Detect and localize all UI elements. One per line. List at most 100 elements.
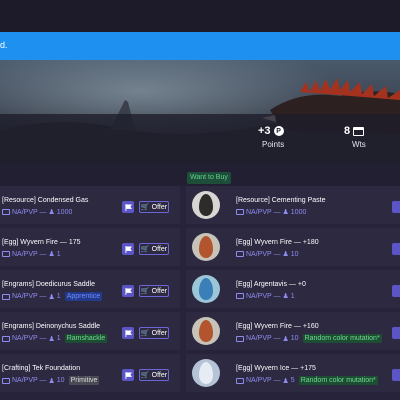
list-item[interactable]: [Crafting] Tek Foundation NA/PVP — ♟ 10 … [0, 354, 180, 392]
wts-stat: 8 [344, 125, 365, 137]
item-quantity: 10 [56, 377, 65, 384]
cart-icon: 🛒 [140, 246, 150, 253]
item-server: NA/PVP — [246, 377, 281, 384]
cart-icon: 🛒 [140, 372, 150, 379]
list-item[interactable]: [Egg] Argentavis — +0 NA/PVP — ♟ 1 [186, 270, 400, 308]
cart-icon: 🛒 [140, 204, 150, 211]
report-button[interactable] [122, 243, 134, 255]
item-meta: NA/PVP — ♟ 1 [2, 250, 61, 258]
list-item[interactable]: [Engrams] Deinonychus Saddle NA/PVP — ♟ … [0, 312, 180, 350]
pc-icon [2, 335, 10, 342]
item-title: [Resource] Cementing Paste [236, 197, 326, 204]
item-title: [Resource] Condensed Gas [2, 197, 89, 204]
offer-button[interactable]: 🛒 Offer [139, 201, 169, 213]
item-quantity: 1 [290, 292, 295, 300]
item-quantity: 1 [56, 293, 61, 300]
item-quantity: 5 [290, 377, 295, 384]
list-item[interactable]: [Engrams] Doedicurus Saddle NA/PVP — ♟ 1… [0, 270, 180, 308]
flag-icon [124, 287, 132, 295]
profile-stats: +3 P Points 8 Wts [0, 114, 400, 164]
item-quantity: 1000 [56, 208, 73, 216]
points-stat: +3 P [258, 125, 284, 137]
item-meta: NA/PVP — ♟ 1000 [236, 208, 306, 216]
item-meta: NA/PVP — ♟ 1 Ramshackle [2, 334, 108, 343]
report-button[interactable] [392, 285, 400, 297]
users-icon: ♟ [282, 251, 289, 258]
users-icon: ♟ [48, 335, 55, 343]
item-server: NA/PVP — [12, 293, 47, 300]
points-value: +3 [258, 125, 271, 137]
pc-icon [2, 377, 10, 384]
list-item[interactable]: [Egg] Wyvern Ice — +175 NA/PVP — ♟ 5 Ran… [186, 354, 400, 392]
pc-icon [2, 209, 10, 215]
wts-label: Wts [352, 140, 366, 149]
report-button[interactable] [392, 243, 400, 255]
alert-text: d. [0, 40, 8, 50]
item-meta: NA/PVP — ♟ 10 Primitive [2, 376, 100, 385]
quality-badge: Apprentice [64, 292, 103, 301]
item-meta: NA/PVP — ♟ 1 Apprentice [2, 292, 103, 301]
report-button[interactable] [122, 285, 134, 297]
offer-button[interactable]: 🛒 Offer [139, 243, 169, 255]
offer-button[interactable]: 🛒 Offer [139, 327, 169, 339]
pc-icon [236, 335, 244, 342]
sell-listings: [Resource] Condensed Gas NA/PVP — ♟ 1000… [0, 186, 180, 400]
item-server: NA/PVP — [246, 208, 281, 216]
users-icon: ♟ [282, 209, 289, 216]
item-meta: NA/PVP — ♟ 10 [236, 250, 299, 258]
item-meta: NA/PVP — ♟ 5 Random color mutation* [236, 376, 378, 385]
list-item[interactable]: [Egg] Wyvern Fire — 175 NA/PVP — ♟ 1 🛒 Of… [0, 228, 180, 266]
users-icon: ♟ [48, 377, 55, 385]
report-button[interactable] [392, 369, 400, 381]
item-title: [Egg] Wyvern Fire — +180 [236, 239, 319, 246]
item-quantity: 1000 [290, 208, 307, 216]
report-button[interactable] [122, 369, 134, 381]
report-button[interactable] [392, 201, 400, 213]
users-icon: ♟ [282, 377, 289, 385]
want-to-buy-badge: Want to Buy [187, 172, 231, 184]
list-item[interactable]: [Egg] Wyvern Fire — +160 NA/PVP — ♟ 10 R… [186, 312, 400, 350]
offer-button[interactable]: 🛒 Offer [139, 285, 169, 297]
quality-badge: Primitive [68, 376, 100, 385]
item-meta: NA/PVP — ♟ 1000 [2, 208, 72, 216]
item-quantity: 1 [56, 335, 61, 342]
pc-icon [236, 293, 244, 299]
users-icon: ♟ [48, 251, 55, 258]
item-thumbnail [192, 191, 220, 219]
item-meta: NA/PVP — ♟ 1 [236, 292, 295, 300]
pc-icon [2, 251, 10, 257]
users-icon: ♟ [48, 293, 55, 301]
pc-icon [236, 251, 244, 257]
item-server: NA/PVP — [12, 208, 47, 216]
item-quantity: 1 [56, 250, 61, 258]
users-icon: ♟ [48, 209, 55, 216]
points-coin-icon: P [273, 126, 284, 136]
list-item[interactable]: [Egg] Wyvern Fire — +180 NA/PVP — ♟ 10 [186, 228, 400, 266]
buy-listings: [Resource] Cementing Paste NA/PVP — ♟ 10… [186, 186, 400, 400]
flag-icon [124, 371, 132, 379]
item-server: NA/PVP — [246, 292, 281, 300]
item-title: [Engrams] Deinonychus Saddle [2, 323, 101, 330]
users-icon: ♟ [282, 335, 289, 343]
item-server: NA/PVP — [12, 377, 47, 384]
report-button[interactable] [122, 327, 134, 339]
cart-icon: 🛒 [140, 330, 150, 337]
cart-icon: 🛒 [140, 288, 150, 295]
item-title: [Crafting] Tek Foundation [2, 365, 81, 372]
item-thumbnail [192, 359, 220, 387]
item-title: [Egg] Wyvern Ice — +175 [236, 365, 316, 372]
list-item[interactable]: [Resource] Condensed Gas NA/PVP — ♟ 1000… [0, 186, 180, 224]
list-item[interactable]: [Resource] Cementing Paste NA/PVP — ♟ 10… [186, 186, 400, 224]
store-icon [353, 126, 365, 136]
offer-button[interactable]: 🛒 Offer [139, 369, 169, 381]
item-title: [Engrams] Doedicurus Saddle [2, 281, 95, 288]
report-button[interactable] [122, 201, 134, 213]
item-title: [Egg] Argentavis — +0 [236, 281, 306, 288]
points-label: Points [262, 140, 285, 149]
item-meta: NA/PVP — ♟ 10 Random color mutation* [236, 334, 382, 343]
users-icon: ♟ [282, 293, 289, 300]
item-thumbnail [192, 275, 220, 303]
item-server: NA/PVP — [246, 250, 281, 258]
report-button[interactable] [392, 327, 400, 339]
item-title: [Egg] Wyvern Fire — +160 [236, 323, 319, 330]
